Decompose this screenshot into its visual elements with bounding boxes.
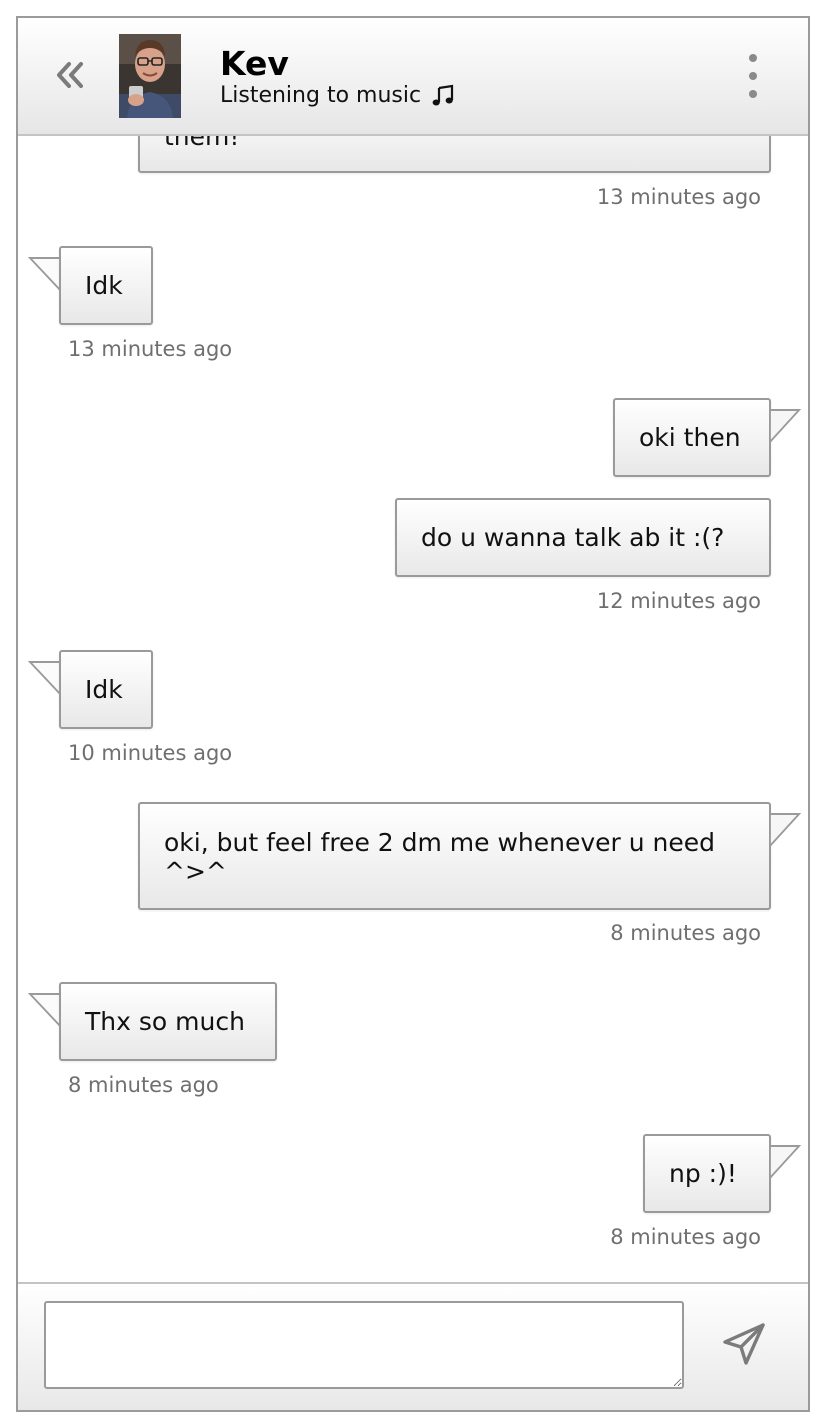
bubble-tail-left (27, 661, 62, 697)
message-bubble-incoming[interactable]: Thx so much (59, 982, 277, 1061)
contact-name: Kev (220, 44, 289, 83)
message-text: do u wanna talk ab it :(? (421, 523, 725, 552)
message-timestamp: 13 minutes ago (596, 185, 761, 209)
message-bubble-incoming[interactable]: Idk (59, 246, 153, 325)
message-bubble-outgoing[interactable]: do u wanna talk ab it :(? (395, 498, 771, 577)
bubble-tail-right (769, 813, 802, 849)
avatar[interactable] (119, 34, 181, 118)
message-timestamp: 10 minutes ago (68, 741, 233, 765)
kebab-menu-icon-dot (749, 54, 757, 62)
double-chevron-left-icon (57, 62, 83, 88)
kebab-menu-icon-dot (749, 90, 757, 98)
contact-status: Listening to music (220, 82, 455, 110)
send-button[interactable] (718, 1318, 770, 1370)
message-timestamp: 8 minutes ago (68, 1073, 219, 1097)
bubble-tail-right (769, 409, 802, 445)
chat-header: Kev Listening to music (18, 18, 808, 136)
kebab-menu-icon-dot (749, 72, 757, 80)
send-icon (723, 1323, 765, 1365)
message-timestamp: 13 minutes ago (68, 337, 233, 361)
message-bubble-outgoing[interactable]: oki then (613, 398, 771, 477)
message-text: np :)! (669, 1159, 737, 1188)
message-bubble-outgoing[interactable]: oki, but feel free 2 dm me whenever u ne… (138, 802, 771, 910)
message-bubble-incoming[interactable]: Idk (59, 650, 153, 729)
chat-window: Kev Listening to music them! 13 minutes … (16, 16, 810, 1412)
message-text: oki then (639, 423, 741, 452)
music-note-icon (432, 84, 454, 106)
message-bubble-outgoing[interactable]: them! (138, 136, 771, 173)
message-text: Idk (85, 271, 123, 300)
message-text: Idk (85, 675, 123, 704)
message-text: them! (164, 136, 240, 151)
bubble-tail-left (27, 993, 62, 1029)
message-text: Thx so much (85, 1007, 245, 1036)
more-options-button[interactable] (738, 54, 768, 98)
avatar-photo (119, 34, 181, 118)
composer-bar (18, 1282, 808, 1410)
message-timestamp: 8 minutes ago (610, 921, 761, 945)
bubble-tail-right (769, 1145, 802, 1181)
message-list[interactable]: them! 13 minutes ago Idk 13 minutes ago … (18, 136, 808, 1284)
message-text: oki, but feel free 2 dm me whenever u ne… (164, 828, 723, 886)
message-bubble-outgoing[interactable]: np :)! (643, 1134, 771, 1213)
message-timestamp: 12 minutes ago (596, 589, 761, 613)
bubble-tail-left (27, 257, 62, 293)
message-timestamp: 8 minutes ago (610, 1225, 761, 1249)
message-input[interactable] (44, 1301, 684, 1389)
contact-status-text: Listening to music (220, 83, 422, 108)
back-button[interactable] (48, 50, 92, 100)
